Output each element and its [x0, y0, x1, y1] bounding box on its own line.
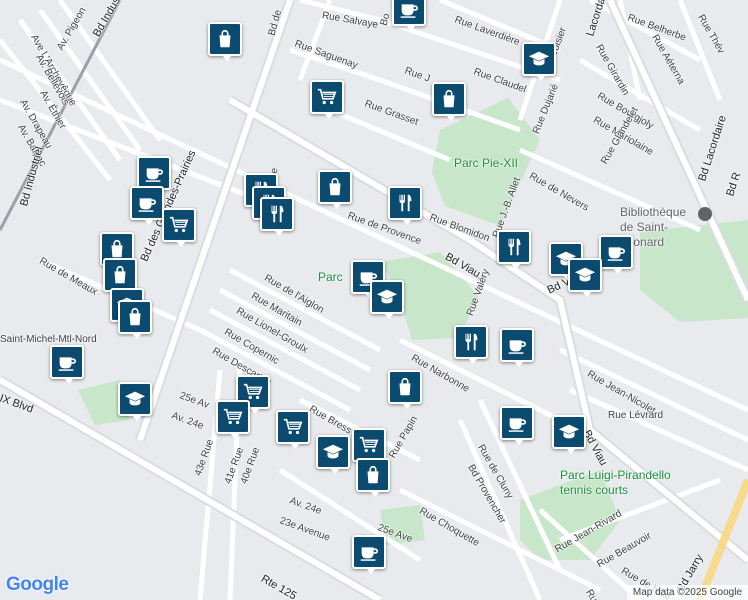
coffee-icon: [398, 0, 420, 20]
coffee-icon: [605, 241, 627, 263]
utensils-marker[interactable]: [454, 325, 488, 364]
cart-icon: [222, 406, 244, 428]
utensils-icon: [503, 236, 525, 258]
bag-icon: [362, 464, 384, 486]
graduation-icon: [376, 286, 398, 308]
coffee-marker[interactable]: [137, 156, 171, 195]
coffee-icon: [358, 541, 380, 563]
utensils-marker[interactable]: [260, 197, 294, 236]
utensils-icon: [266, 203, 288, 225]
utensils-icon: [394, 192, 416, 214]
street-label: Rue Lévrard: [608, 410, 664, 421]
bag-marker[interactable]: [356, 458, 390, 497]
cart-icon: [316, 86, 338, 108]
coffee-marker[interactable]: [500, 406, 534, 445]
coffee-marker[interactable]: [599, 235, 633, 274]
bag-icon: [394, 376, 416, 398]
utensils-marker[interactable]: [388, 186, 422, 225]
graduation-marker[interactable]: [568, 258, 602, 297]
coffee-marker[interactable]: [392, 0, 426, 31]
bag-marker[interactable]: [103, 258, 137, 297]
bag-marker[interactable]: [118, 300, 152, 339]
google-logo-text: Google: [6, 574, 69, 595]
bag-icon: [106, 238, 128, 260]
coffee-icon: [143, 162, 165, 184]
bag-marker[interactable]: [208, 22, 242, 61]
coffee-icon: [136, 192, 158, 214]
cart-marker[interactable]: [162, 208, 196, 247]
utensils-marker[interactable]: [497, 230, 531, 269]
cart-icon: [168, 214, 190, 236]
bag-marker[interactable]: [318, 170, 352, 209]
bag-icon: [109, 264, 131, 286]
coffee-marker[interactable]: [500, 328, 534, 367]
bag-marker[interactable]: [388, 370, 422, 409]
library-icon: [698, 207, 712, 221]
cart-icon: [358, 434, 380, 456]
cart-marker[interactable]: [216, 400, 250, 439]
cart-marker[interactable]: [276, 410, 310, 449]
bag-marker[interactable]: [432, 82, 466, 121]
graduation-marker[interactable]: [370, 280, 404, 319]
park-label[interactable]: Parc Luigi-Pirandello tennis courts: [560, 468, 680, 498]
graduation-marker[interactable]: [118, 382, 152, 421]
map-attribution[interactable]: Map data ©2025 Google: [626, 585, 748, 600]
google-logo: Google: [6, 574, 69, 596]
graduation-marker[interactable]: [552, 415, 586, 454]
map-canvas[interactable]: Bd Industriel Av. Pigeon Ave L'Archevêque A…: [0, 0, 748, 600]
coffee-icon: [506, 412, 528, 434]
cart-icon: [282, 416, 304, 438]
street-label: Saint-Michel-Mtl-Nord: [0, 334, 97, 345]
graduation-icon: [558, 421, 580, 443]
coffee-icon: [506, 334, 528, 356]
bag-icon: [214, 28, 236, 50]
graduation-icon: [124, 388, 146, 410]
graduation-icon: [322, 441, 344, 463]
bag-icon: [438, 88, 460, 110]
bag-icon: [124, 306, 146, 328]
coffee-marker[interactable]: [352, 535, 386, 574]
coffee-marker[interactable]: [50, 345, 84, 384]
utensils-icon: [460, 331, 482, 353]
graduation-icon: [528, 48, 550, 70]
graduation-marker[interactable]: [522, 42, 556, 81]
park-label[interactable]: Parc: [318, 270, 343, 284]
cart-marker[interactable]: [352, 428, 386, 467]
graduation-marker[interactable]: [316, 435, 350, 474]
coffee-marker[interactable]: [130, 186, 164, 225]
bag-icon: [324, 176, 346, 198]
coffee-icon: [56, 351, 78, 373]
graduation-icon: [574, 264, 596, 286]
cart-marker[interactable]: [310, 80, 344, 119]
park-label[interactable]: Parc Pie-XII: [454, 156, 518, 170]
